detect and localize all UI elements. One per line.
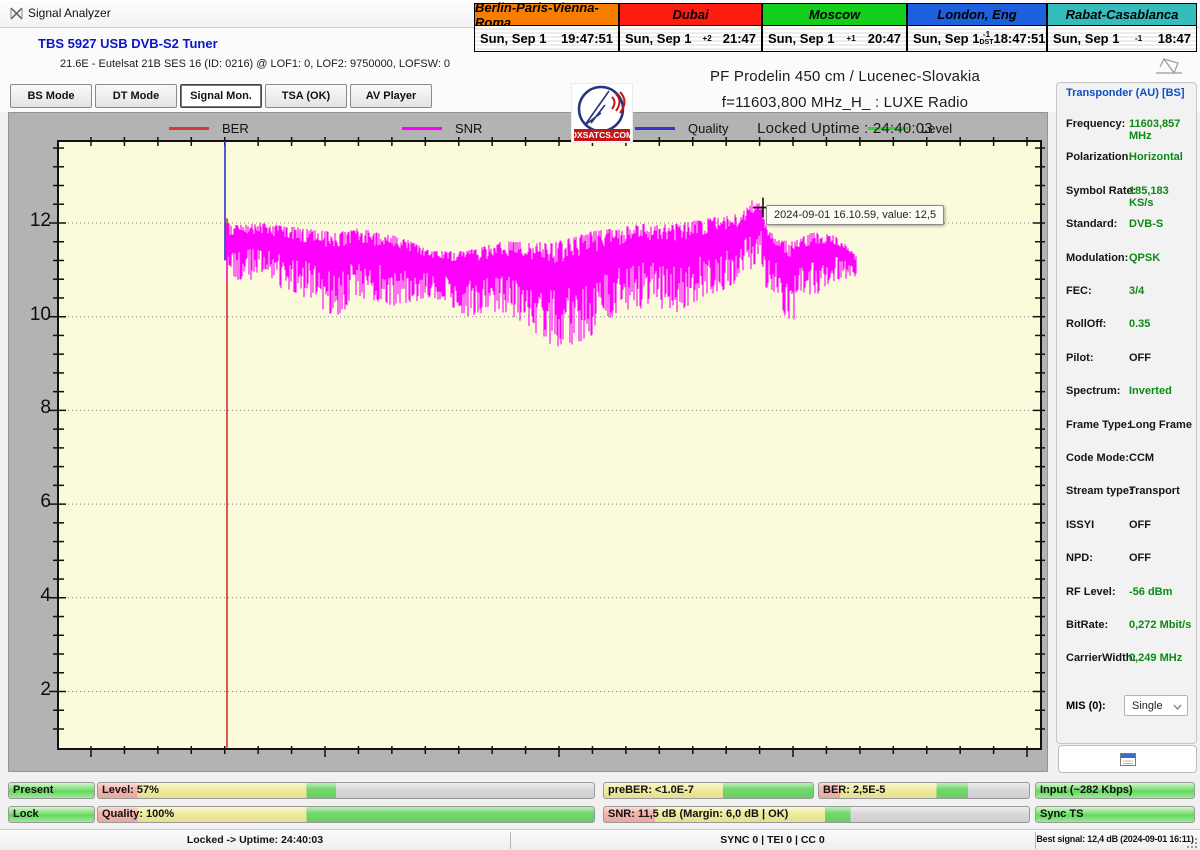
legend-item-ber: BER bbox=[169, 119, 402, 137]
chevron-down-icon bbox=[1173, 704, 1182, 710]
transponder-title: Transponder (AU) [BS] bbox=[1066, 87, 1185, 99]
bar-input-282-kbps: Input (~282 Kbps) bbox=[1035, 782, 1195, 799]
bar-quality-100: Quality: 100% bbox=[97, 806, 595, 823]
tab-av-player[interactable]: AV Player bbox=[350, 84, 432, 108]
transponder-row-rolloff: RollOff:0.35 bbox=[1057, 318, 1196, 338]
transponder-row-symbol-rate: Symbol Rate:185,183 KS/s bbox=[1057, 185, 1196, 205]
transponder-row-code-mode: Code Mode:CCM bbox=[1057, 452, 1196, 472]
status-separator bbox=[1035, 832, 1036, 849]
logo-text: DXSATCS.COM bbox=[571, 130, 633, 140]
snr-line-swatch bbox=[402, 127, 442, 130]
clock-berlin-paris-vienna-roma: Berlin-Paris-Vienna-RomaSun, Sep 119:47:… bbox=[474, 3, 619, 53]
clock-city: London, Eng bbox=[907, 3, 1047, 26]
mux-window-icon bbox=[1120, 753, 1136, 766]
status-lock-uptime: Locked -> Uptime: 24:40:03 bbox=[0, 834, 510, 846]
ber-line-swatch bbox=[169, 127, 209, 130]
bar-ber-2-5e-5: BER: 2,5E-5 bbox=[818, 782, 1030, 799]
plot-area[interactable] bbox=[58, 141, 1041, 749]
transponder-row-fec: FEC:3/4 bbox=[1057, 285, 1196, 305]
transponder-row-bitrate: BitRate:0,272 Mbit/s bbox=[1057, 619, 1196, 639]
tuner-name: TBS 5927 USB DVB-S2 Tuner bbox=[38, 36, 218, 51]
clock-time: Sun, Sep 1+120:47 bbox=[762, 26, 907, 52]
mis-row: MIS (0): Single bbox=[1057, 695, 1196, 719]
clock-time: Sun, Sep 119:47:51 bbox=[474, 26, 619, 52]
tab-bs-mode[interactable]: BS Mode bbox=[10, 84, 92, 108]
dish-location: PF Prodelin 450 cm / Lucenec-Slovakia bbox=[645, 64, 1045, 90]
signal-analyzer-window: { "window": { "title": "Signal Analyzer"… bbox=[0, 0, 1200, 850]
transponder-row-rf-level: RF Level:-56 dBm bbox=[1057, 586, 1196, 606]
transponder-row-frequency: Frequency:11603,857 MHz bbox=[1057, 118, 1196, 138]
transponder-panel: Transponder (AU) [BS] Frequency:11603,85… bbox=[1056, 82, 1197, 744]
transponder-row-polarization: Polarization:Horizontal bbox=[1057, 151, 1196, 171]
frequency-service: f=11603,800 MHz_H_ : LUXE Radio bbox=[645, 90, 1045, 116]
clock-moscow: MoscowSun, Sep 1+120:47 bbox=[762, 3, 907, 53]
site-header: PF Prodelin 450 cm / Lucenec-Slovakia f=… bbox=[645, 64, 1045, 142]
signal-chart-panel: BER SNR Quality Level 2024-09-01 16.10.5… bbox=[8, 112, 1048, 772]
y-axis-label-12: 12 bbox=[11, 210, 51, 232]
bar-lock: Lock bbox=[8, 806, 95, 823]
antenna-watermark-icon bbox=[1152, 55, 1186, 75]
y-axis-label-8: 8 bbox=[11, 397, 51, 419]
clock-city: Rabat-Casablanca bbox=[1047, 3, 1197, 26]
clock-city: Dubai bbox=[619, 3, 762, 26]
chart-tooltip: 2024-09-01 16.10.59, value: 12,5 bbox=[766, 205, 944, 225]
tab-tsa[interactable]: TSA (OK) bbox=[265, 84, 347, 108]
y-axis-label-10: 10 bbox=[11, 304, 51, 326]
clock-city: Berlin-Paris-Vienna-Roma bbox=[474, 3, 619, 26]
tab-signal-mon[interactable]: Signal Mon. bbox=[180, 84, 262, 108]
transponder-row-carrierwidth: CarrierWidth:0,249 MHz bbox=[1057, 652, 1196, 672]
clock-time: Sun, Sep 1-118:47 bbox=[1047, 26, 1197, 52]
transponder-row-stream-type: Stream type:Transport bbox=[1057, 485, 1196, 505]
tuner-details: 21.6E - Eutelsat 21B SES 16 (ID: 0216) @… bbox=[60, 58, 450, 70]
clock-rabat-casablanca: Rabat-CasablancaSun, Sep 1-118:47 bbox=[1047, 3, 1197, 53]
mis-label: MIS (0): bbox=[1066, 700, 1106, 712]
mux-list-button[interactable] bbox=[1058, 745, 1197, 773]
dxsatcs-logo: DXSATCS.COM bbox=[571, 83, 633, 143]
status-best-signal: Best signal: 12,4 dB (2024-09-01 16:11) bbox=[1035, 834, 1195, 844]
status-separator bbox=[510, 832, 511, 849]
clock-time: Sun, Sep 1+221:47 bbox=[619, 26, 762, 52]
y-axis-label-2: 2 bbox=[11, 679, 51, 701]
transponder-row-issyi: ISSYIOFF bbox=[1057, 519, 1196, 539]
satellite-dish-icon bbox=[9, 6, 24, 21]
clock-dubai: DubaiSun, Sep 1+221:47 bbox=[619, 3, 762, 53]
transponder-row-modulation: Modulation:QPSK bbox=[1057, 252, 1196, 272]
transponder-row-standard: Standard:DVB-S bbox=[1057, 218, 1196, 238]
transponder-row-npd: NPD:OFF bbox=[1057, 552, 1196, 572]
clock-city: Moscow bbox=[762, 3, 907, 26]
y-axis-label-4: 4 bbox=[11, 585, 51, 607]
bar-present: Present bbox=[8, 782, 95, 799]
mode-tabs: BS Mode DT Mode Signal Mon. TSA (OK) AV … bbox=[10, 84, 432, 108]
status-bar: Locked -> Uptime: 24:40:03 SYNC 0 | TEI … bbox=[0, 829, 1200, 850]
window-title: Signal Analyzer bbox=[28, 6, 111, 20]
clock-london-eng: London, EngSun, Sep 1-1DST18:47:51 bbox=[907, 3, 1047, 53]
transponder-row-spectrum: Spectrum:Inverted bbox=[1057, 385, 1196, 405]
world-clocks: Berlin-Paris-Vienna-RomaSun, Sep 119:47:… bbox=[474, 3, 1197, 53]
bar-preber-1-0e-7: preBER: <1.0E-7 bbox=[603, 782, 814, 799]
locked-uptime: Locked Uptime : 24:40:03 bbox=[645, 116, 1045, 142]
status-sync-counters: SYNC 0 | TEI 0 | CC 0 bbox=[510, 834, 1035, 846]
y-axis-label-6: 6 bbox=[11, 491, 51, 513]
clock-time: Sun, Sep 1-1DST18:47:51 bbox=[907, 26, 1047, 52]
resize-grip[interactable] bbox=[1187, 838, 1197, 848]
bar-sync-ts: Sync TS bbox=[1035, 806, 1195, 823]
bar-snr-11-5-db-margin-6-0-db-ok: SNR: 11,5 dB (Margin: 6,0 dB | OK) bbox=[603, 806, 1030, 823]
mis-select[interactable]: Single bbox=[1124, 695, 1188, 716]
transponder-row-frame-type: Frame Type:Long Frame bbox=[1057, 419, 1196, 439]
transponder-row-pilot: Pilot:OFF bbox=[1057, 352, 1196, 372]
bar-level-57: Level: 57% bbox=[97, 782, 595, 799]
tab-dt-mode[interactable]: DT Mode bbox=[95, 84, 177, 108]
